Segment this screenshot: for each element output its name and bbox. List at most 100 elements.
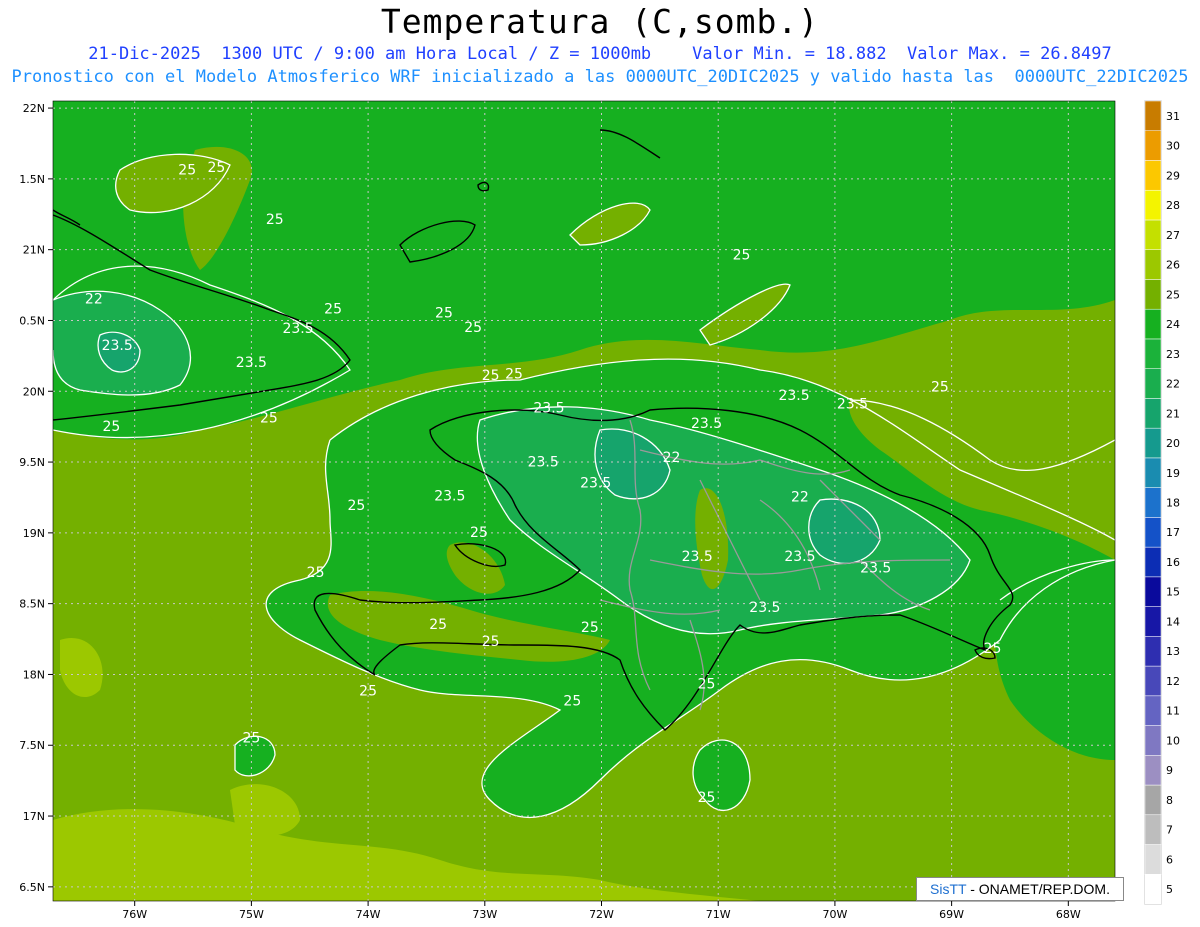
- colorbar-swatch: [1144, 189, 1162, 221]
- x-tick-label: 70W: [822, 908, 847, 921]
- contour-label: 25: [429, 617, 447, 633]
- colorbar-label: 12: [1166, 675, 1180, 688]
- x-tick-label: 69W: [939, 908, 964, 921]
- colorbar-swatch: [1144, 695, 1162, 726]
- y-tick-label: 1.5N: [19, 173, 45, 186]
- colorbar-label: 9: [1166, 764, 1173, 777]
- y-tick-label: 19N: [23, 527, 45, 540]
- colorbar-label: 15: [1166, 586, 1180, 599]
- contour-label: 25: [348, 498, 366, 514]
- colorbar-label: 16: [1166, 556, 1180, 569]
- contour-label: 23.5: [434, 488, 465, 504]
- colorbar-label: 8: [1166, 794, 1173, 807]
- colorbar-swatch: [1144, 814, 1162, 845]
- colorbar-swatch: [1144, 427, 1162, 459]
- colorbar-swatch: [1144, 249, 1162, 280]
- contour-label: 25: [207, 160, 225, 176]
- colorbar: 5 6 7 8 9 10 11 12 13 14 15 16 17 18 19 20 21 22 23 24 25 26 2…: [1144, 100, 1180, 905]
- colorbar-label: 13: [1166, 645, 1180, 658]
- colorbar-label: 11: [1166, 705, 1180, 718]
- credit-text: - ONAMET/REP.DOM.: [970, 881, 1110, 897]
- colorbar-label: 19: [1166, 467, 1180, 480]
- colorbar-swatch: [1144, 844, 1162, 875]
- contour-label: 25: [435, 306, 453, 322]
- contour-label: 25: [505, 367, 523, 383]
- y-tick-label: 20N: [23, 385, 45, 398]
- x-tick-label: 72W: [589, 908, 614, 921]
- contour-label: 25: [260, 410, 278, 426]
- x-axis: 76W 75W 74W 73W 72W 71W 70W 69W 68W: [122, 901, 1081, 921]
- contour-label: 23.5: [282, 321, 313, 337]
- temperature-map: 76W 75W 74W 73W 72W 71W 70W 69W 68W 22N 1.5N 21N 0.…: [19, 100, 1180, 921]
- colorbar-swatch: [1144, 517, 1162, 548]
- colorbar-label: 28: [1166, 199, 1180, 212]
- y-tick-label: 22N: [23, 102, 45, 115]
- contour-label: 25: [698, 790, 716, 806]
- credit-box: SisTT - ONAMET/REP.DOM.: [916, 877, 1124, 901]
- y-tick-label: 17N: [23, 810, 45, 823]
- x-tick-label: 76W: [122, 908, 147, 921]
- contour-label: 25: [482, 368, 500, 384]
- contour-label: 25: [931, 379, 949, 395]
- contour-label: 22: [663, 450, 681, 466]
- contour-label: 22: [791, 490, 809, 506]
- colorbar-swatch: [1144, 755, 1162, 786]
- colorbar-swatch: [1144, 279, 1162, 310]
- contour-label: 23.5: [749, 600, 780, 616]
- contour-label: 25: [733, 248, 751, 264]
- contour-label: 22: [85, 291, 103, 307]
- colorbar-label: 18: [1166, 497, 1180, 510]
- colorbar-swatch: [1144, 398, 1162, 429]
- colorbar-label: 21: [1166, 407, 1180, 420]
- contour-label: 25: [470, 525, 488, 541]
- x-tick-label: 75W: [239, 908, 264, 921]
- colorbar-label: 30: [1166, 140, 1180, 153]
- colorbar-swatch: [1144, 338, 1162, 369]
- colorbar-swatch: [1144, 665, 1162, 697]
- colorbar-label: 10: [1166, 734, 1180, 747]
- colorbar-label: 26: [1166, 259, 1180, 272]
- y-tick-label: 8.5N: [19, 598, 45, 611]
- colorbar-label: 23: [1166, 348, 1180, 361]
- x-tick-label: 73W: [472, 908, 497, 921]
- colorbar-label: 24: [1166, 318, 1180, 331]
- contour-label: 25: [464, 320, 482, 336]
- colorbar-label: 29: [1166, 169, 1180, 182]
- colorbar-swatch: [1144, 100, 1162, 131]
- colorbar-swatch: [1144, 368, 1162, 399]
- x-tick-label: 71W: [706, 908, 731, 921]
- y-tick-label: 6.5N: [19, 881, 45, 894]
- x-tick-label: 68W: [1056, 908, 1081, 921]
- colorbar-swatch: [1144, 784, 1162, 816]
- contour-label: 23.5: [860, 561, 891, 577]
- colorbar-swatch: [1144, 160, 1162, 191]
- colorbar-swatch: [1144, 725, 1162, 756]
- x-tick-label: 74W: [356, 908, 381, 921]
- colorbar-swatch: [1144, 219, 1162, 250]
- contour-label: 23.5: [837, 396, 868, 412]
- colorbar-label: 14: [1166, 615, 1180, 628]
- contour-label: 23.5: [784, 549, 815, 565]
- colorbar-swatch: [1144, 487, 1162, 518]
- y-tick-label: 7.5N: [19, 739, 45, 752]
- y-tick-label: 9.5N: [19, 456, 45, 469]
- sistt-logo: SisTT: [930, 881, 967, 897]
- colorbar-swatch: [1144, 874, 1162, 905]
- contour-label: 25: [698, 677, 716, 693]
- colorbar-label: 31: [1166, 110, 1180, 123]
- contour-label: 23.5: [691, 416, 722, 432]
- contour-label: 25: [984, 641, 1002, 657]
- colorbar-swatch: [1144, 308, 1162, 340]
- contour-label: 23.5: [102, 338, 133, 354]
- y-axis: 22N 1.5N 21N 0.5N 20N 9.5N 19N 8.5N 18N 7.5N 17N 6.…: [19, 102, 53, 894]
- y-tick-label: 21N: [23, 244, 45, 257]
- contour-label: 25: [359, 684, 377, 700]
- colorbar-swatch: [1144, 606, 1162, 637]
- contour-label: 25: [178, 163, 196, 179]
- contour-label: 23.5: [580, 476, 611, 492]
- contour-label: 25: [482, 634, 500, 650]
- colorbar-swatch: [1144, 576, 1162, 607]
- contour-label: 23.5: [528, 454, 559, 470]
- contour-label: 25: [266, 212, 284, 228]
- contour-label: 25: [307, 565, 325, 581]
